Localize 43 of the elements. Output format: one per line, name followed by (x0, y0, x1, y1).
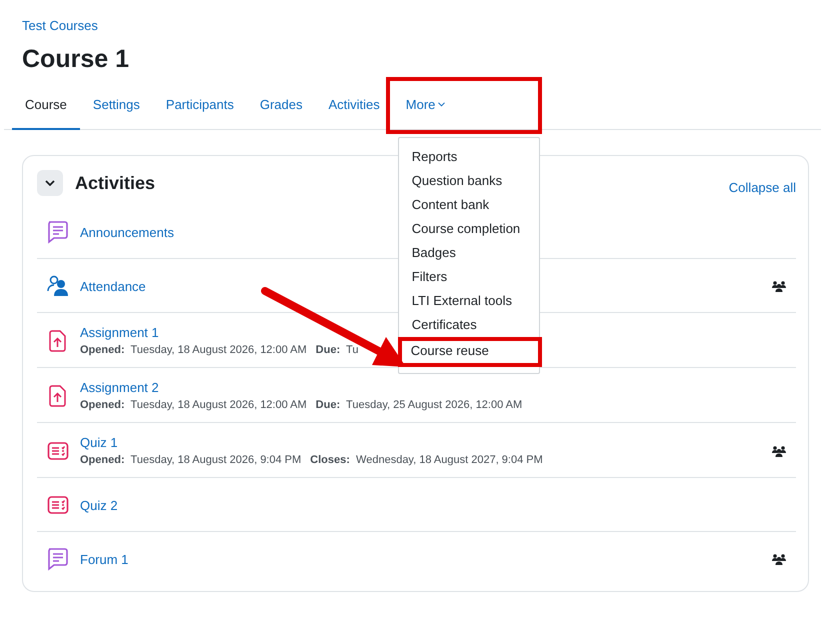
checklist-icon (47, 493, 69, 517)
nav-tab[interactable]: Activities (315, 88, 393, 130)
nav-tab[interactable]: Settings (80, 88, 153, 130)
menu-item[interactable]: LTI External tools (398, 289, 539, 313)
activity-link[interactable]: Quiz 2 (80, 498, 118, 512)
upload-document-icon (47, 384, 69, 408)
date-info: Due: Tuesday, 25 August 2026, 12:00 AM (316, 399, 522, 411)
menu-item[interactable]: Reports (398, 145, 539, 169)
menu-item[interactable]: Course reuse (398, 337, 542, 367)
groups-icon (772, 444, 786, 456)
page-title: Course 1 (22, 45, 129, 74)
activity-link[interactable]: Assignment 1 (80, 325, 159, 340)
menu-item[interactable]: Course completion (398, 217, 539, 241)
chevron-down-icon (45, 180, 55, 186)
menu-item[interactable]: Certificates (398, 313, 539, 337)
activity-link[interactable]: Quiz 1 (80, 435, 118, 450)
upload-document-icon (47, 328, 69, 352)
collapse-all-link[interactable]: Collapse all (728, 180, 796, 194)
forum-icon (47, 220, 69, 244)
nav-tab[interactable]: Course (12, 88, 80, 130)
menu-item[interactable]: Content bank (398, 193, 539, 217)
breadcrumb-link[interactable]: Test Courses (22, 18, 98, 33)
date-info: Opened: Tuesday, 18 August 2026, 12:00 AM (80, 344, 307, 356)
people-icon (47, 274, 69, 298)
section-title: Activities (75, 172, 156, 194)
menu-item[interactable]: Question banks (398, 169, 539, 193)
groups-icon (772, 553, 786, 565)
activity-link[interactable]: Assignment 2 (80, 380, 159, 395)
groups-icon (772, 280, 786, 292)
menu-item[interactable]: Badges (398, 241, 539, 265)
activity-link[interactable]: Forum 1 (80, 552, 128, 566)
nav-tab[interactable]: More (392, 88, 458, 130)
date-info: Due: Tu (316, 344, 358, 356)
forum-icon (47, 547, 69, 571)
activity-link[interactable]: Attendance (80, 278, 146, 294)
date-info: Opened: Tuesday, 18 August 2026, 12:00 AM (80, 399, 307, 411)
collapse-toggle[interactable] (37, 170, 63, 196)
activity-link[interactable]: Announcements (80, 224, 174, 240)
date-info: Closes: Wednesday, 18 August 2027, 9:04 PM (310, 454, 543, 466)
date-info: Opened: Tuesday, 18 August 2026, 9:04 PM (80, 454, 302, 466)
nav-tab[interactable]: Grades (246, 88, 316, 130)
menu-item[interactable]: Filters (398, 265, 539, 289)
nav-tab[interactable]: Participants (152, 88, 247, 130)
